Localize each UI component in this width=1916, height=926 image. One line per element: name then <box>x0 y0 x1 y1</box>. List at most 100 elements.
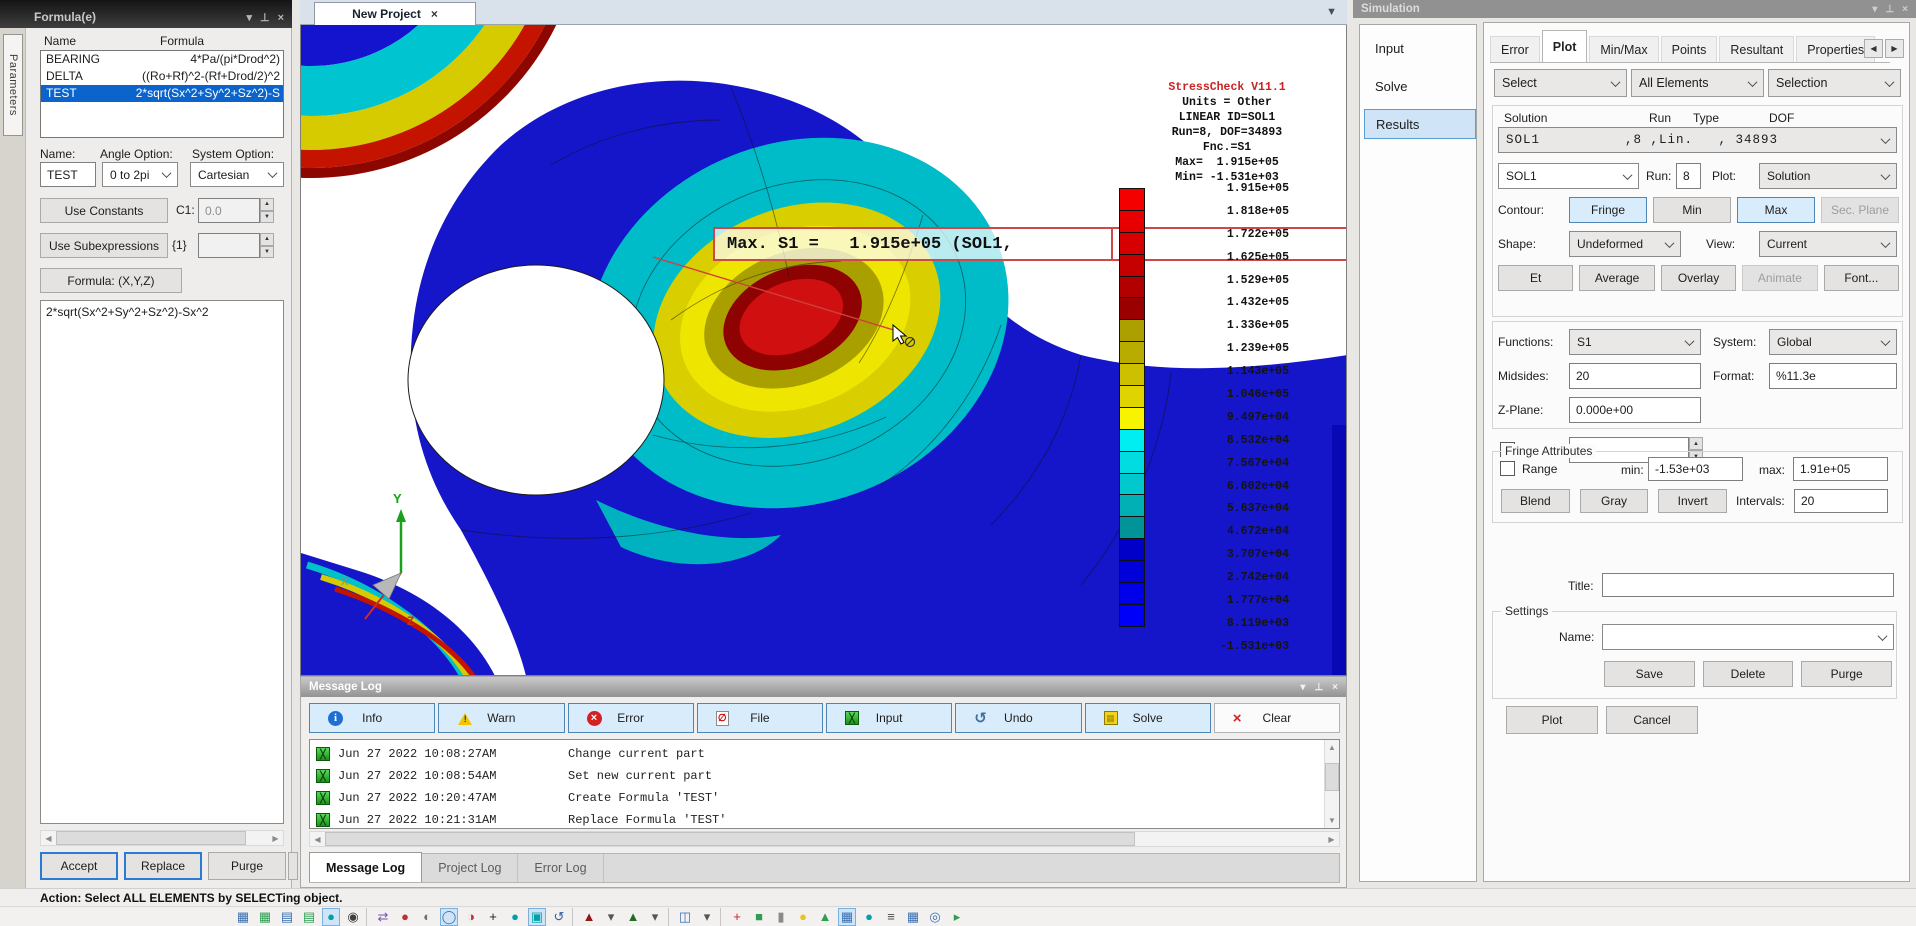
panel-header-icon[interactable] <box>246 11 252 24</box>
message-log-header[interactable]: Message Log <box>301 677 1346 697</box>
fringe-style-button[interactable]: Blend <box>1501 489 1570 513</box>
results-tab[interactable]: Points <box>1661 36 1718 62</box>
toolbar-icon[interactable]: ↺ <box>550 908 568 926</box>
formula-horizontal-scrollbar[interactable]: ◀ ▶ <box>40 830 284 846</box>
functions-select[interactable]: S1 <box>1569 329 1701 355</box>
toolbar-icon[interactable]: ▤ <box>278 908 296 926</box>
toolbar-icon[interactable]: ▸ <box>948 908 966 926</box>
results-tab[interactable]: Plot <box>1542 30 1588 62</box>
selection-filter-select[interactable]: Select <box>1494 69 1627 97</box>
toolbar-icon[interactable]: ⇄ <box>374 908 392 926</box>
toolbar-icon[interactable]: ▦ <box>256 908 274 926</box>
toolbar-icon[interactable]: ▦ <box>234 908 252 926</box>
toolbar-icon[interactable]: ◎ <box>926 908 944 926</box>
log-entry-row[interactable]: Jun 27 2022 10:21:31AM Replace Formula '… <box>310 809 1339 831</box>
toolbar-icon[interactable]: ● <box>506 908 524 926</box>
simulation-nav-item[interactable]: Results <box>1364 109 1476 139</box>
toolbar-icon[interactable]: ● <box>322 908 340 926</box>
toolbar-icon[interactable] <box>572 908 576 926</box>
c1-stepper[interactable]: ▲▼ <box>260 198 274 223</box>
tab-new-project[interactable]: New Project × <box>314 2 476 25</box>
selection-filter-select[interactable]: Selection <box>1768 69 1901 97</box>
toolbar-icon[interactable]: ▦ <box>838 908 856 926</box>
toolbar-icon[interactable]: ▲ <box>816 908 834 926</box>
log-tab[interactable]: Project Log <box>422 854 518 882</box>
panel-header-icon[interactable] <box>1332 682 1338 693</box>
angle-option-select[interactable]: 0 to 2pi <box>102 162 178 187</box>
toolbar-icon[interactable]: ◑ <box>462 908 480 926</box>
toolbar-icon[interactable]: ▲ <box>624 908 642 926</box>
plot-title-input[interactable] <box>1602 573 1894 597</box>
log-entries-list[interactable]: Jun 27 2022 10:08:27AM Change current pa… <box>309 739 1340 829</box>
toolbar-icon[interactable]: ▦ <box>904 908 922 926</box>
scrollbar-thumb[interactable] <box>325 832 1135 846</box>
scrollbar-thumb[interactable] <box>1325 763 1339 791</box>
tab-list-dropdown-icon[interactable]: ▼ <box>1326 6 1337 18</box>
run-input[interactable]: 8 <box>1676 163 1701 189</box>
toolbar-icon[interactable]: ▣ <box>528 908 546 926</box>
toolbar-icon[interactable]: ≡ <box>882 908 900 926</box>
sidebar-tab-parameters[interactable]: Parameters <box>3 34 23 136</box>
shape-select[interactable]: Undeformed <box>1569 231 1681 257</box>
zplane-input[interactable]: 0.000e+00 <box>1569 397 1701 423</box>
scroll-up-icon[interactable]: ▲ <box>1325 740 1339 755</box>
log-horizontal-scrollbar[interactable]: ◀ ▶ <box>309 831 1340 847</box>
scroll-left-icon[interactable]: ◀ <box>41 831 56 845</box>
toolbar-icon[interactable]: ● <box>860 908 878 926</box>
formula-action-button[interactable]: Accept <box>40 852 118 880</box>
panel-header-icon[interactable] <box>1885 4 1894 15</box>
range-checkbox[interactable] <box>1500 461 1515 476</box>
settings-button[interactable]: Delete <box>1703 661 1794 687</box>
log-entry-row[interactable]: Jun 27 2022 10:08:27AM Change current pa… <box>310 743 1339 765</box>
settings-button[interactable]: Save <box>1604 661 1695 687</box>
clipped-button[interactable] <box>288 852 298 880</box>
contour-mode-button[interactable]: Sec. Plane <box>1821 197 1899 223</box>
tab-scroll-right-icon[interactable]: ▶ <box>1885 39 1904 58</box>
range-max-input[interactable]: 1.91e+05 <box>1793 457 1888 481</box>
scroll-left-icon[interactable]: ◀ <box>310 832 325 846</box>
footer-button[interactable]: Cancel <box>1606 706 1698 734</box>
model-viewport[interactable]: Y X Z Max. S1 = 1.915e+05 (SOL1, StressC… <box>300 25 1347 676</box>
formula-action-button[interactable]: Replace <box>124 852 202 880</box>
formula-table[interactable]: BEARING 4*Pa/(pi*Drod^2) DELTA ((Ro+Rf)^… <box>40 50 284 138</box>
log-vertical-scrollbar[interactable]: ▲ ▼ <box>1324 740 1339 828</box>
view-select[interactable]: Current <box>1759 231 1897 257</box>
solution-summary-select[interactable]: SOL1 ,8 ,Lin. , 34893 <box>1498 127 1897 153</box>
close-tab-icon[interactable]: × <box>431 7 438 21</box>
system-option-select[interactable]: Cartesian <box>190 162 284 187</box>
footer-button[interactable]: Plot <box>1506 706 1598 734</box>
panel-header-icon[interactable] <box>1314 682 1323 693</box>
panel-header-icon[interactable] <box>1872 4 1877 15</box>
results-tab[interactable]: Resultant <box>1719 36 1794 62</box>
log-tab[interactable]: Message Log <box>309 852 422 882</box>
use-subexpressions-button[interactable]: Use Subexpressions <box>40 233 168 258</box>
table-row[interactable]: DELTA ((Ro+Rf)^2-(Rf+Drod/2)^2 <box>41 68 283 85</box>
formula-editor[interactable]: 2*sqrt(Sx^2+Sy^2+Sz^2)-Sx^2 <box>40 300 284 824</box>
log-filter-button[interactable]: Undo <box>955 703 1081 733</box>
contour-mode-button[interactable]: Max <box>1737 197 1815 223</box>
panel-header-icon[interactable] <box>1902 4 1908 15</box>
toolbar-icon[interactable]: ▾ <box>646 908 664 926</box>
display-tool-button[interactable]: Font... <box>1824 265 1899 291</box>
toolbar-icon[interactable] <box>668 908 672 926</box>
toolbar-icon[interactable]: + <box>728 908 746 926</box>
system-select[interactable]: Global <box>1769 329 1897 355</box>
toolbar-icon[interactable]: ▲ <box>580 908 598 926</box>
toolbar-icon[interactable]: ◯ <box>440 908 458 926</box>
toolbar-icon[interactable]: ● <box>794 908 812 926</box>
toolbar-icon[interactable] <box>720 908 724 926</box>
scrollbar-thumb[interactable] <box>56 831 246 845</box>
log-filter-button[interactable]: Error <box>568 703 694 733</box>
log-filter-button[interactable]: Warn <box>438 703 564 733</box>
subexpression-stepper[interactable]: ▲▼ <box>260 233 274 258</box>
intervals-input[interactable]: 20 <box>1794 489 1888 513</box>
selection-filter-select[interactable]: All Elements <box>1631 69 1764 97</box>
toolbar-icon[interactable]: ▾ <box>602 908 620 926</box>
display-tool-button[interactable]: Overlay <box>1661 265 1736 291</box>
log-filter-button[interactable]: Clear <box>1214 703 1340 733</box>
subexpression-input[interactable] <box>198 233 260 258</box>
scroll-right-icon[interactable]: ▶ <box>1324 832 1339 846</box>
max-value-annotation[interactable]: Max. S1 = 1.915e+05 (SOL1, <box>713 227 1113 261</box>
log-filter-button[interactable]: File <box>697 703 823 733</box>
settings-name-select[interactable] <box>1602 624 1894 650</box>
